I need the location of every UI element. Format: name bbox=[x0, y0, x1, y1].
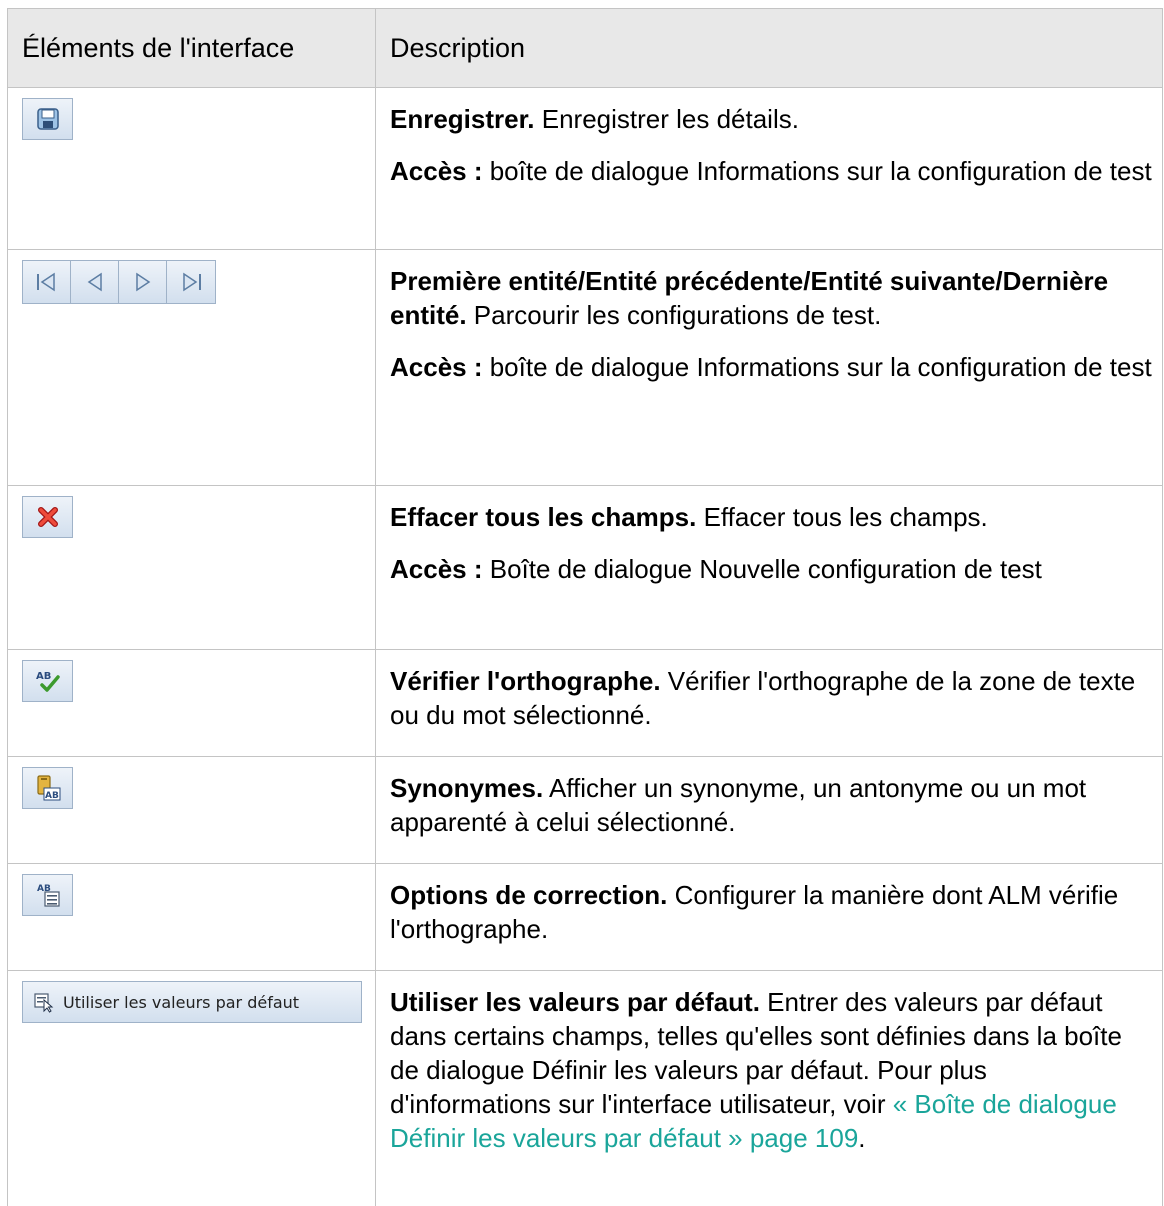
table-row: AB Vérifier l'orthographe. Vérifier l'or… bbox=[7, 649, 1163, 757]
access-label: Accès : bbox=[390, 554, 483, 584]
access-paragraph: Accès : boîte de dialogue Informations s… bbox=[390, 350, 1154, 384]
item-text: Enregistrer les détails. bbox=[534, 104, 799, 134]
table-row: Effacer tous les champs. Effacer tous le… bbox=[7, 485, 1163, 650]
spell-check-icon[interactable]: AB bbox=[22, 660, 73, 702]
svg-text:AB: AB bbox=[45, 791, 59, 801]
item-title: Utiliser les valeurs par défaut. bbox=[390, 987, 760, 1017]
default-values-icon bbox=[34, 993, 54, 1013]
header-ui-elements: Éléments de l'interface bbox=[7, 8, 376, 88]
navigation-arrows-icon bbox=[22, 260, 216, 304]
access-text: boîte de dialogue Informations sur la co… bbox=[482, 352, 1152, 382]
spelling-options-icon[interactable]: AB bbox=[22, 874, 73, 916]
table-row: Première entité/Entité précédente/Entité… bbox=[7, 249, 1163, 486]
access-label: Accès : bbox=[390, 156, 483, 186]
previous-entity-icon[interactable] bbox=[71, 261, 119, 303]
header-description: Description bbox=[375, 8, 1163, 88]
access-text: boîte de dialogue Informations sur la co… bbox=[482, 156, 1152, 186]
table-row: AB Options de correction. Configurer la … bbox=[7, 863, 1163, 971]
item-title: Synonymes. bbox=[390, 773, 544, 803]
description-paragraph: Première entité/Entité précédente/Entité… bbox=[390, 264, 1154, 332]
use-default-values-button[interactable]: Utiliser les valeurs par défaut bbox=[22, 981, 362, 1023]
access-label: Accès : bbox=[390, 352, 483, 382]
table-row: AB Synonymes. Afficher un synonyme, un a… bbox=[7, 756, 1163, 864]
item-text-end: . bbox=[858, 1123, 866, 1153]
item-title: Options de correction. bbox=[390, 880, 668, 910]
description-paragraph: Effacer tous les champs. Effacer tous le… bbox=[390, 500, 1154, 534]
access-paragraph: Accès : boîte de dialogue Informations s… bbox=[390, 154, 1154, 188]
description-paragraph: Vérifier l'orthographe. Vérifier l'ortho… bbox=[390, 664, 1154, 732]
description-paragraph: Options de correction. Configurer la man… bbox=[390, 878, 1154, 946]
next-entity-icon[interactable] bbox=[119, 261, 167, 303]
description-paragraph: Enregistrer. Enregistrer les détails. bbox=[390, 102, 1154, 136]
description-paragraph: Synonymes. Afficher un synonyme, un anto… bbox=[390, 771, 1154, 839]
clear-fields-icon[interactable] bbox=[22, 496, 73, 538]
item-title: Effacer tous les champs. bbox=[390, 502, 697, 532]
table-row: Enregistrer. Enregistrer les détails. Ac… bbox=[7, 87, 1163, 250]
table-row: Utiliser les valeurs par défaut Utiliser… bbox=[7, 970, 1163, 1206]
last-entity-icon[interactable] bbox=[167, 261, 215, 303]
item-title: Vérifier l'orthographe. bbox=[390, 666, 661, 696]
save-icon[interactable] bbox=[22, 98, 73, 140]
access-text: Boîte de dialogue Nouvelle configuration… bbox=[482, 554, 1042, 584]
item-text: Effacer tous les champs. bbox=[696, 502, 988, 532]
item-text: Parcourir les configurations de test. bbox=[466, 300, 882, 330]
button-label: Utiliser les valeurs par défaut bbox=[63, 992, 300, 1012]
description-paragraph: Utiliser les valeurs par défaut. Entrer … bbox=[390, 985, 1154, 1155]
first-entity-icon[interactable] bbox=[23, 261, 71, 303]
item-title: Enregistrer. bbox=[390, 104, 535, 134]
svg-text:AB: AB bbox=[36, 671, 51, 682]
table-header-row: Éléments de l'interface Description bbox=[7, 8, 1163, 88]
interface-elements-table: Éléments de l'interface Description Enre… bbox=[7, 8, 1163, 1206]
thesaurus-icon[interactable]: AB bbox=[22, 767, 73, 809]
access-paragraph: Accès : Boîte de dialogue Nouvelle confi… bbox=[390, 552, 1154, 586]
